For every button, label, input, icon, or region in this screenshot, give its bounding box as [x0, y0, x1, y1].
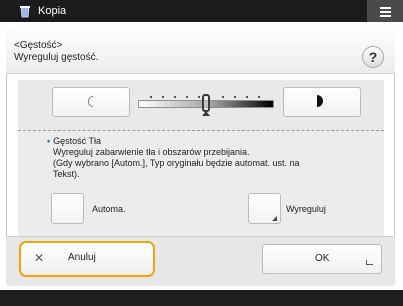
- menu-button[interactable]: [367, 0, 403, 22]
- status-strip: [0, 290, 403, 306]
- app-title: Kopia: [38, 5, 67, 17]
- background-density-title-text: Gęstość Tła: [53, 136, 102, 146]
- copy-icon: [20, 6, 30, 18]
- slider-tick: [222, 96, 224, 98]
- help-button[interactable]: ?: [362, 46, 384, 68]
- background-density-title: • Gęstość Tła: [47, 136, 101, 147]
- slider-tick: [186, 96, 188, 98]
- auto-label: Automa.: [92, 204, 126, 214]
- adjust-label: Wyreguluj: [286, 204, 326, 214]
- submenu-corner-icon: [272, 216, 277, 221]
- menu-icon: [379, 6, 391, 17]
- dialog-title-heading: <Gęstość>: [14, 40, 63, 51]
- slider-tick: [198, 96, 200, 98]
- cancel-label: Anuluj: [68, 252, 96, 263]
- dialog-title-instruction: Wyreguluj gęstość.: [14, 52, 99, 63]
- half-circle-outline-icon: [88, 96, 93, 107]
- slider-position-marker: [202, 111, 210, 116]
- bullet-icon: •: [47, 136, 51, 146]
- dialog-title: <Gęstość> Wyreguluj gęstość.: [14, 40, 98, 64]
- close-icon: ✕: [34, 251, 45, 265]
- slider-tick: [162, 96, 164, 98]
- ok-label: OK: [315, 253, 330, 264]
- auto-button[interactable]: [51, 193, 84, 224]
- slider-tick: [150, 96, 152, 98]
- background-density-description: Wyreguluj zabarwienie tła i obszarów prz…: [53, 147, 300, 179]
- slider-tick: [246, 96, 248, 98]
- slider-tick: [258, 96, 260, 98]
- enter-icon: [366, 260, 373, 265]
- slider-tick: [174, 96, 176, 98]
- slider-tick: [234, 96, 236, 98]
- density-slider-thumb[interactable]: [202, 94, 210, 112]
- help-icon: ?: [368, 49, 378, 65]
